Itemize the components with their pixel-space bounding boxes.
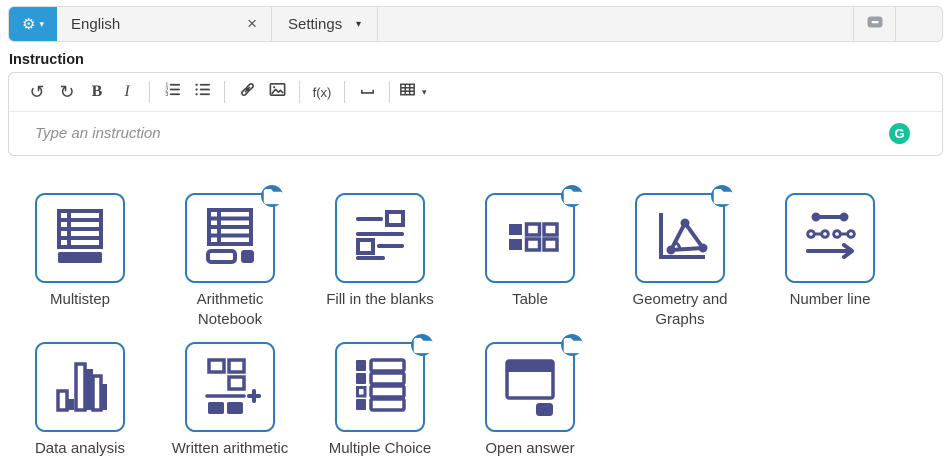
tile-geometry-and-graphs[interactable]: Geometry and Graphs <box>605 185 755 330</box>
unordered-list-button[interactable] <box>188 78 216 106</box>
tile-open-answer[interactable]: Open answer <box>455 334 605 459</box>
toolbar-divider <box>224 81 225 103</box>
undo-icon: ↺ <box>29 81 45 102</box>
arithmetic-notebook-icon <box>198 204 262 273</box>
tile-label: Open answer <box>485 440 575 457</box>
topbar-spacer <box>378 7 854 41</box>
toolbar-divider <box>389 81 390 103</box>
blank-space-icon <box>358 80 377 104</box>
instruction-placeholder: Type an instruction <box>35 125 161 142</box>
table-tile-icon <box>498 204 562 273</box>
editor-toolbar: ↺ ↻ B I 123 f(x) ▾ <box>9 73 942 112</box>
tile-button[interactable] <box>485 185 583 283</box>
question-type-grid: Multistep Arithmetic Notebook Fill in th… <box>5 185 951 459</box>
tile-label: Written arithmetic <box>171 440 289 457</box>
tile-written-arithmetic[interactable]: Written arithmetic <box>155 342 305 459</box>
unordered-list-icon <box>193 80 212 104</box>
tile-label: Arithmetic Notebook <box>196 291 264 328</box>
formula-icon: f(x) <box>312 84 332 100</box>
chevron-down-icon: ▾ <box>355 18 361 30</box>
italic-button[interactable]: I <box>113 78 141 106</box>
tile-button[interactable] <box>335 193 425 283</box>
instruction-input[interactable]: Type an instruction G <box>9 112 942 155</box>
bold-button[interactable]: B <box>83 78 111 106</box>
folder-badge-icon <box>411 334 433 356</box>
toolbar-divider <box>299 81 300 103</box>
bold-icon: B <box>91 83 103 100</box>
card-minus-button[interactable] <box>854 7 896 41</box>
written-arithmetic-icon <box>198 353 262 422</box>
close-icon[interactable]: × <box>247 14 257 34</box>
topbar-end-segment <box>896 7 942 41</box>
card-minus-icon <box>866 15 884 34</box>
chevron-down-icon: ▾ <box>422 86 427 97</box>
geometry-graphs-icon <box>648 204 712 273</box>
table-button[interactable]: ▾ <box>398 78 427 106</box>
tile-button[interactable] <box>185 185 283 283</box>
tile-button[interactable] <box>335 334 433 432</box>
undo-button[interactable]: ↺ <box>23 78 51 106</box>
fill-in-the-blanks-icon <box>348 204 412 273</box>
tile-multiple-choice[interactable]: Multiple Choice <box>305 334 455 459</box>
tile-arithmetic-notebook[interactable]: Arithmetic Notebook <box>155 185 305 330</box>
tile-table[interactable]: Table <box>455 185 605 330</box>
settings-gear-button[interactable]: ⚙ ▾ <box>9 7 57 41</box>
tab-english[interactable]: English × <box>57 7 272 41</box>
multistep-icon <box>48 204 112 273</box>
chevron-down-icon: ▾ <box>39 18 44 29</box>
toolbar-divider <box>344 81 345 103</box>
tile-number-line[interactable]: Number line <box>755 193 905 330</box>
instruction-editor: ↺ ↻ B I 123 f(x) ▾ Type an instruction G <box>8 72 943 156</box>
toolbar-divider <box>149 81 150 103</box>
svg-text:3: 3 <box>165 92 168 98</box>
tile-button[interactable] <box>785 193 875 283</box>
ordered-list-button[interactable]: 123 <box>158 78 186 106</box>
tile-multistep[interactable]: Multistep <box>5 193 155 330</box>
image-icon <box>268 80 287 104</box>
data-analysis-icon <box>48 353 112 422</box>
tile-label: Number line <box>789 291 871 308</box>
tab-english-label: English <box>71 15 121 33</box>
folder-badge-icon <box>561 334 583 356</box>
ordered-list-icon: 123 <box>163 80 182 104</box>
tile-label: Multistep <box>49 291 111 308</box>
multiple-choice-icon <box>348 353 412 422</box>
tile-button[interactable] <box>35 193 125 283</box>
link-button[interactable] <box>233 78 261 106</box>
open-answer-icon <box>498 353 562 422</box>
table-icon <box>398 80 417 104</box>
number-line-icon <box>798 204 862 273</box>
tile-label: Fill in the blanks <box>326 291 434 308</box>
tile-data-analysis[interactable]: Data analysis <box>5 342 155 459</box>
grammarly-icon[interactable]: G <box>889 123 910 144</box>
gear-icon: ⚙ <box>22 15 36 33</box>
blank-space-button[interactable] <box>353 78 381 106</box>
tab-settings[interactable]: Settings ▾ <box>272 7 378 41</box>
italic-icon: I <box>124 83 130 100</box>
instruction-title: Instruction <box>9 52 84 68</box>
tile-button[interactable] <box>35 342 125 432</box>
folder-badge-icon <box>261 185 283 207</box>
tab-settings-label: Settings <box>288 15 343 33</box>
top-tab-bar: ⚙ ▾ English × Settings ▾ <box>8 6 943 42</box>
folder-badge-icon <box>561 185 583 207</box>
tile-label: Multiple Choice <box>328 440 432 457</box>
tile-label: Table <box>512 291 548 308</box>
tile-fill-in-the-blanks[interactable]: Fill in the blanks <box>305 193 455 330</box>
image-button[interactable] <box>263 78 291 106</box>
tile-label: Data analysis <box>34 440 126 457</box>
tile-button[interactable] <box>635 185 733 283</box>
tile-button[interactable] <box>485 334 583 432</box>
tile-button[interactable] <box>185 342 275 432</box>
tile-label: Geometry and Graphs <box>632 291 728 328</box>
formula-button[interactable]: f(x) <box>308 78 336 106</box>
redo-icon: ↻ <box>59 81 75 102</box>
folder-badge-icon <box>711 185 733 207</box>
link-icon <box>238 80 257 104</box>
redo-button[interactable]: ↻ <box>53 78 81 106</box>
